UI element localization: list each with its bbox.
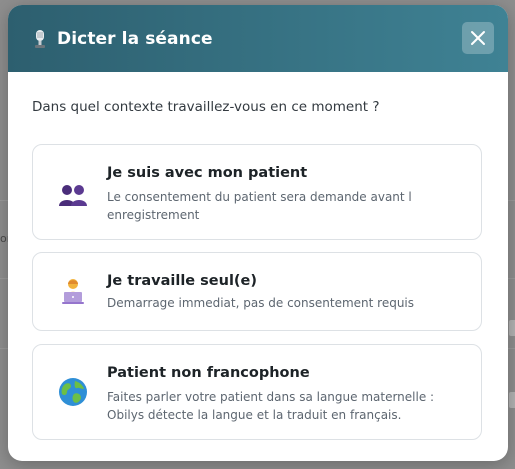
option-description: Le consentement du patient sera demande … [107, 190, 412, 222]
option-non-french-patient[interactable]: Patient non francophone Faites parler vo… [32, 344, 482, 440]
two-people-icon [57, 179, 89, 211]
option-description: Demarrage immediat, pas de consentement … [107, 296, 415, 310]
option-title: Je travaille seul(e) [107, 273, 258, 289]
modal-title: Dicter la séance [57, 28, 213, 49]
close-button[interactable] [462, 22, 494, 54]
option-with-patient[interactable]: Je suis avec mon patient Le consentement… [32, 144, 482, 240]
background-edge-element [509, 320, 515, 336]
option-title: Je suis avec mon patient [107, 165, 308, 181]
option-description: Faites parler votre patient dans sa lang… [107, 390, 435, 422]
option-title: Patient non francophone [107, 365, 310, 381]
context-question: Dans quel contexte travaillez-vous en ce… [32, 99, 380, 115]
globe-icon [57, 376, 89, 408]
close-icon [471, 31, 485, 45]
modal-header: Dicter la séance [8, 5, 508, 72]
microphone-icon [32, 29, 48, 49]
background-edge-element [509, 392, 515, 408]
option-working-alone[interactable]: Je travaille seul(e) Demarrage immediat,… [32, 252, 482, 331]
person-at-laptop-icon [57, 275, 89, 307]
dictation-modal: Dicter la séance Dans quel contexte trav… [8, 5, 508, 461]
